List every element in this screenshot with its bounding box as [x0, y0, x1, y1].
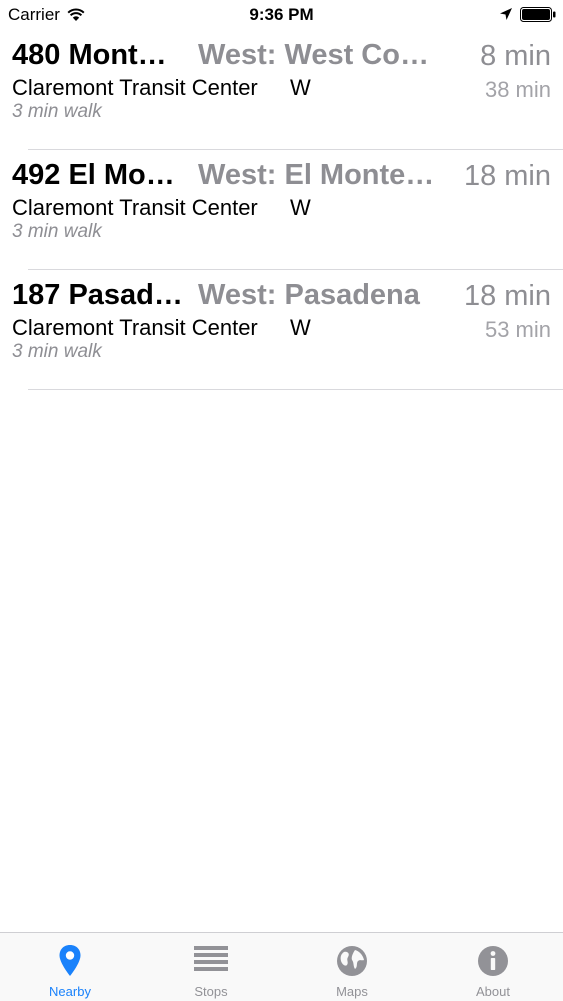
- row-separator: [28, 389, 563, 390]
- battery-icon: [520, 7, 556, 22]
- tab-label: Nearby: [49, 984, 91, 999]
- route-destination: West: Pasadena: [198, 279, 420, 311]
- next-departure: 8 min: [480, 40, 551, 72]
- tab-bar: Nearby Stops Maps About: [0, 932, 563, 1001]
- next-departure: 18 min: [463, 280, 551, 312]
- direction-code: W: [290, 315, 311, 340]
- tab-stops[interactable]: Stops: [141, 933, 281, 1001]
- following-departure: 38 min: [484, 77, 551, 102]
- globe-icon: [337, 946, 367, 976]
- location-arrow-icon: [500, 8, 512, 20]
- tab-label: Maps: [336, 984, 368, 999]
- departure-list: 480 Mont… West: West Co… 8 min 38 min Cl…: [0, 30, 563, 390]
- stop-name: Claremont Transit Center: [12, 195, 258, 220]
- tab-about[interactable]: About: [423, 933, 563, 1001]
- route-destination: West: El Monte…: [198, 159, 435, 191]
- departure-row[interactable]: 187 Pasad… West: Pasadena 18 min 53 min …: [0, 270, 563, 390]
- route-name: 480 Mont…: [12, 39, 167, 71]
- tab-maps[interactable]: Maps: [282, 933, 422, 1001]
- stop-name: Claremont Transit Center: [12, 315, 258, 340]
- direction-code: W: [290, 75, 311, 100]
- departure-row[interactable]: 480 Mont… West: West Co… 8 min 38 min Cl…: [0, 30, 563, 150]
- next-departure: 18 min: [463, 160, 551, 192]
- tab-label: About: [476, 984, 510, 999]
- walk-time: 3 min walk: [12, 341, 102, 362]
- following-departure: 53 min: [484, 317, 551, 342]
- status-bar: Carrier 9:36 PM: [0, 0, 563, 30]
- route-name: 187 Pasad…: [12, 279, 183, 311]
- clock: 9:36 PM: [249, 5, 314, 24]
- stop-name: Claremont Transit Center: [12, 75, 258, 100]
- map-pin-icon: [59, 945, 81, 976]
- info-icon: [478, 946, 508, 976]
- walk-time: 3 min walk: [12, 101, 102, 122]
- departure-row[interactable]: 492 El Mo… West: El Monte… 18 min Clarem…: [0, 150, 563, 270]
- tab-nearby[interactable]: Nearby: [0, 933, 140, 1001]
- list-icon: [194, 946, 228, 971]
- walk-time: 3 min walk: [12, 221, 102, 242]
- route-name: 492 El Mo…: [12, 159, 175, 191]
- tab-label: Stops: [194, 984, 228, 999]
- route-destination: West: West Co…: [198, 39, 429, 71]
- direction-code: W: [290, 195, 311, 220]
